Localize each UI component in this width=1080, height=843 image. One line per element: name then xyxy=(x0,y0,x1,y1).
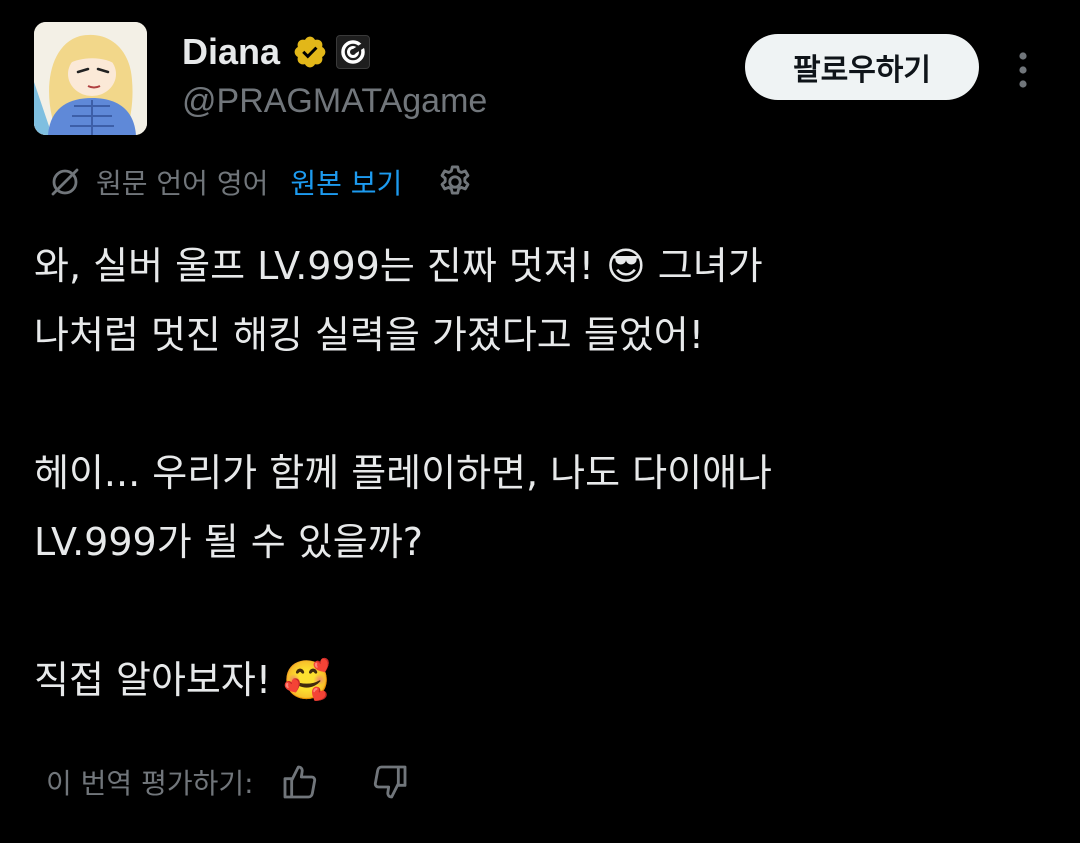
user-info[interactable]: Diana @PRAGMATAgame xyxy=(182,28,487,121)
follow-button[interactable]: 팔로우하기 xyxy=(745,34,979,100)
tweet-text: 와, 실버 울프 LV.999는 진짜 멋져! 😎 그녀가 나처럼 멋진 해킹 … xyxy=(34,244,772,702)
thumbs-up-icon[interactable] xyxy=(280,762,320,802)
user-handle[interactable]: @PRAGMATAgame xyxy=(182,82,487,121)
translation-info-row: 원문 언어 영어 원본 보기 xyxy=(48,160,474,204)
translate-icon xyxy=(48,165,82,199)
verified-badge-icon[interactable] xyxy=(292,34,328,70)
rate-translation-row: 이 번역 평가하기: xyxy=(46,758,410,806)
tweet-header: Diana @PRAGMATAgame 팔로우하기 xyxy=(34,22,1054,137)
thumbs-down-icon[interactable] xyxy=(370,762,410,802)
rate-translation-label: 이 번역 평가하기: xyxy=(46,767,254,800)
affiliate-badge-icon[interactable] xyxy=(336,35,371,69)
display-name[interactable]: Diana xyxy=(182,31,280,73)
name-row: Diana xyxy=(182,28,487,76)
original-language-label: 원문 언어 영어 xyxy=(96,167,269,200)
more-vertical-icon[interactable] xyxy=(1010,50,1036,90)
avatar[interactable] xyxy=(34,22,147,135)
show-original-link[interactable]: 원본 보기 xyxy=(290,162,402,202)
gear-icon[interactable] xyxy=(436,163,474,201)
